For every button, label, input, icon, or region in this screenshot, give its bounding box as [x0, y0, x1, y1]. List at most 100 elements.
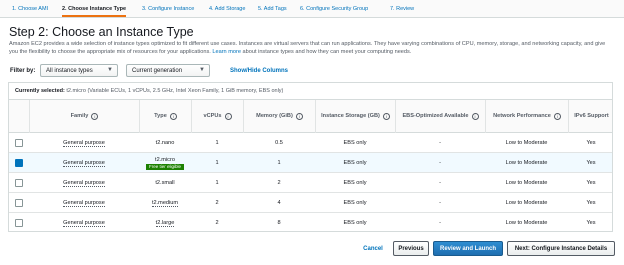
- ipv6-cell: Yes: [586, 220, 596, 226]
- ipv6-cell: Yes: [586, 200, 596, 206]
- storage-cell: EBS only: [343, 220, 367, 226]
- filter-label: Filter by:: [10, 68, 36, 74]
- ipv6-cell: Yes: [586, 140, 596, 146]
- ebs-cell: -: [439, 160, 441, 166]
- instance-types-value: All instance types: [46, 68, 93, 74]
- cancel-button[interactable]: Cancel: [358, 241, 388, 256]
- review-and-launch-button[interactable]: Review and Launch: [433, 241, 503, 256]
- row-checkbox[interactable]: [15, 199, 23, 207]
- header-network[interactable]: Network Performance i: [485, 100, 568, 133]
- info-icon[interactable]: i: [224, 113, 232, 120]
- table-row-selected[interactable]: General purpose t2.micro Free tier eligi…: [9, 153, 612, 173]
- header-storage-label: Instance Storage (GB): [321, 113, 380, 119]
- step-configure-security-group[interactable]: 6. Configure Security Group: [300, 6, 368, 12]
- ebs-cell: -: [439, 220, 441, 226]
- type-cell: t2.large: [155, 219, 175, 227]
- table-row[interactable]: General purpose t2.medium 2 4 EBS only -…: [9, 193, 612, 213]
- storage-cell: EBS only: [343, 140, 367, 146]
- info-icon[interactable]: i: [471, 113, 479, 120]
- memory-cell: 2: [277, 180, 281, 186]
- next-configure-instance-button[interactable]: Next: Configure Instance Details: [507, 241, 615, 256]
- header-memory[interactable]: Memory (GiB) i: [243, 100, 315, 133]
- network-cell: Low to Moderate: [505, 160, 548, 166]
- info-icon[interactable]: i: [169, 113, 177, 120]
- network-cell: Low to Moderate: [505, 140, 548, 146]
- header-type[interactable]: Type i: [139, 100, 191, 133]
- info-icon[interactable]: i: [382, 113, 390, 120]
- row-checkbox-checked[interactable]: [15, 159, 23, 167]
- network-cell: Low to Moderate: [505, 180, 548, 186]
- type-cell: t2.micro: [155, 156, 175, 163]
- info-icon[interactable]: i: [553, 113, 561, 120]
- learn-more-link[interactable]: Learn more: [212, 49, 241, 55]
- type-cell: t2.nano: [155, 140, 175, 146]
- vcpus-cell: 1: [215, 140, 219, 146]
- step-choose-ami[interactable]: 1. Choose AMI: [12, 6, 48, 12]
- info-icon[interactable]: i: [91, 113, 99, 120]
- memory-cell: 0.5: [275, 140, 283, 146]
- family-cell: General purpose: [63, 219, 105, 227]
- vcpus-cell: 2: [215, 200, 219, 206]
- step-add-tags[interactable]: 5. Add Tags: [258, 6, 287, 12]
- header-vcpus[interactable]: vCPUs i: [191, 100, 243, 133]
- previous-button[interactable]: Previous: [393, 241, 429, 256]
- header-ebs-optimized[interactable]: EBS-Optimized Available i: [395, 100, 485, 133]
- header-ipv6-label: IPv6 Support: [574, 113, 609, 119]
- ebs-cell: -: [439, 200, 441, 206]
- header-select: [9, 100, 29, 133]
- memory-cell: 4: [277, 200, 281, 206]
- show-hide-columns-link[interactable]: Show/Hide Columns: [230, 68, 288, 74]
- row-checkbox[interactable]: [15, 219, 23, 227]
- header-ebs-label: EBS-Optimized Available: [402, 113, 469, 119]
- row-checkbox[interactable]: [15, 179, 23, 187]
- ebs-cell: -: [439, 140, 441, 146]
- family-cell: General purpose: [63, 159, 105, 167]
- header-family-label: Family: [70, 113, 89, 119]
- generation-dropdown[interactable]: Current generation ▼: [126, 64, 210, 77]
- page-description: Amazon EC2 provides a wide selection of …: [9, 40, 609, 56]
- currently-selected-value: t2.micro (Variable ECUs, 1 vCPUs, 2.5 GH…: [66, 88, 284, 94]
- header-network-label: Network Performance: [493, 113, 551, 119]
- family-cell: General purpose: [63, 179, 105, 187]
- network-cell: Low to Moderate: [505, 220, 548, 226]
- family-cell: General purpose: [63, 139, 105, 147]
- header-family[interactable]: Family i: [29, 100, 139, 133]
- step-configure-instance[interactable]: 3. Configure Instance: [142, 6, 194, 12]
- vcpus-cell: 1: [215, 180, 219, 186]
- header-storage[interactable]: Instance Storage (GB) i: [315, 100, 395, 133]
- step-review[interactable]: 7. Review: [390, 6, 414, 12]
- description-tail: about instance types and how they can me…: [242, 49, 412, 55]
- header-ipv6[interactable]: IPv6 Support: [568, 100, 612, 133]
- storage-cell: EBS only: [343, 200, 367, 206]
- storage-cell: EBS only: [343, 180, 367, 186]
- currently-selected-bar: Currently selected: t2.micro (Variable E…: [9, 83, 612, 100]
- table-row[interactable]: General purpose t2.nano 1 0.5 EBS only -…: [9, 133, 612, 153]
- table-row[interactable]: General purpose t2.small 1 2 EBS only - …: [9, 173, 612, 193]
- instance-types-dropdown[interactable]: All instance types ▼: [40, 64, 118, 77]
- vcpus-cell: 2: [215, 220, 219, 226]
- storage-cell: EBS only: [343, 160, 367, 166]
- table-header: Family i Type i vCPUs i Memory (GiB) i I…: [9, 100, 612, 133]
- info-icon[interactable]: i: [295, 113, 303, 120]
- step-choose-instance-type[interactable]: 2. Choose Instance Type: [62, 6, 127, 17]
- header-memory-label: Memory (GiB): [256, 113, 293, 119]
- ebs-cell: -: [439, 180, 441, 186]
- network-cell: Low to Moderate: [505, 200, 548, 206]
- header-type-label: Type: [154, 113, 167, 119]
- type-cell: t2.small: [155, 180, 175, 186]
- ipv6-cell: Yes: [586, 160, 596, 166]
- page-title: Step 2: Choose an Instance Type: [9, 25, 194, 39]
- memory-cell: 8: [277, 220, 281, 226]
- memory-cell: 1: [277, 160, 281, 166]
- wizard-steps: 1. Choose AMI 2. Choose Instance Type 3.…: [0, 0, 624, 18]
- vcpus-cell: 1: [215, 160, 219, 166]
- table-row[interactable]: General purpose t2.large 2 8 EBS only - …: [9, 213, 612, 231]
- type-cell: t2.medium: [151, 199, 179, 207]
- family-cell: General purpose: [63, 199, 105, 207]
- chevron-down-icon: ▼: [199, 67, 205, 73]
- step-add-storage[interactable]: 4. Add Storage: [209, 6, 245, 12]
- row-checkbox[interactable]: [15, 139, 23, 147]
- instance-types-table: Currently selected: t2.micro (Variable E…: [8, 82, 613, 232]
- ipv6-cell: Yes: [586, 180, 596, 186]
- currently-selected-label: Currently selected:: [15, 88, 65, 94]
